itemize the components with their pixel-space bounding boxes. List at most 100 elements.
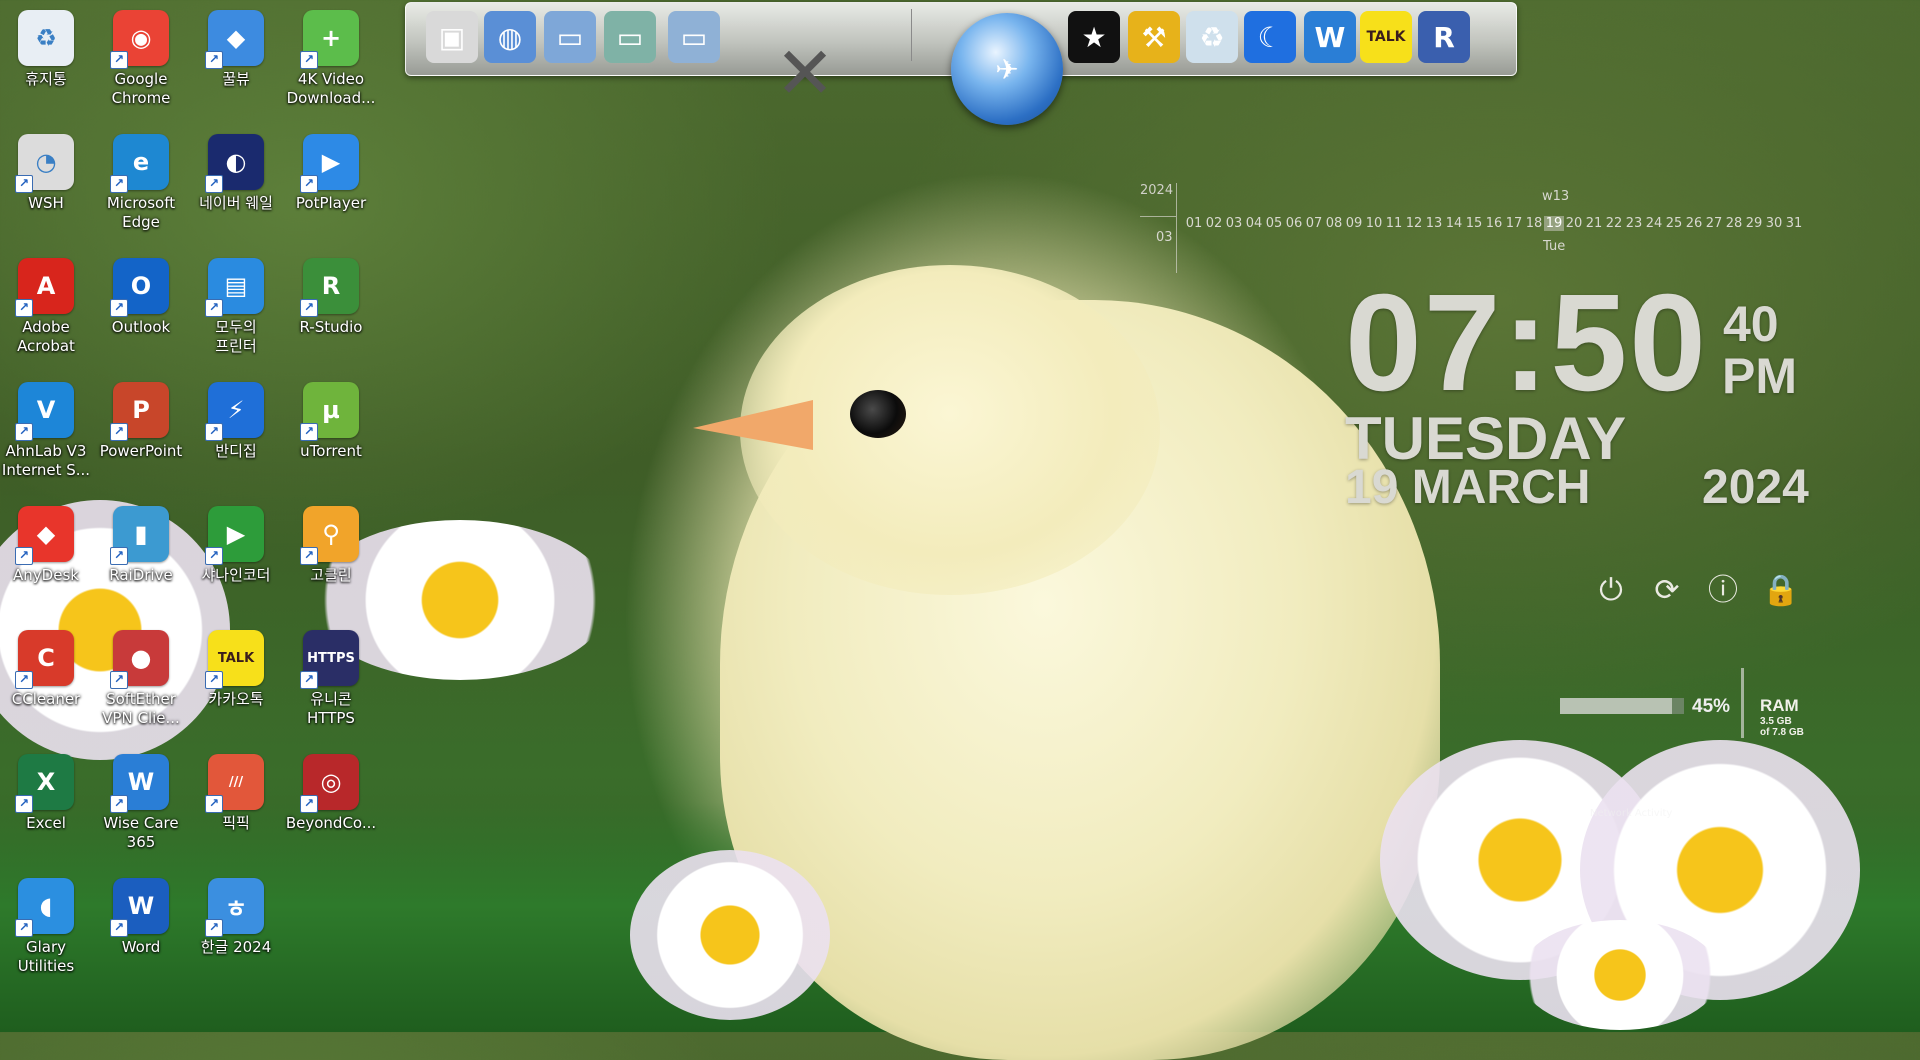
restart-icon[interactable]: ⟳ bbox=[1650, 574, 1684, 608]
calendar-day: 28 bbox=[1725, 216, 1743, 231]
wise-shield-icon[interactable]: W bbox=[1304, 11, 1356, 63]
top-dock: ▣ ◍ ▭ ▭ ▭ ✕ ✈ ★ ⚒ ♻ ☾ W TALK R bbox=[405, 2, 1517, 125]
desktop-icon-r-studio[interactable]: R ↗ R-Studio bbox=[285, 252, 377, 337]
desktop-icon-chrome[interactable]: ◉ ↗ Google Chrome bbox=[95, 4, 187, 108]
dock-separator bbox=[911, 9, 912, 61]
desktop-icon-label: AhnLab V3 Internet S... bbox=[1, 442, 91, 479]
calendar-day: 05 bbox=[1265, 216, 1283, 231]
bandizip-icon: ⚡ ↗ bbox=[205, 382, 264, 441]
r-program-icon[interactable]: R bbox=[1418, 11, 1470, 63]
desktop-icon-acrobat[interactable]: A ↗ Adobe Acrobat bbox=[0, 252, 92, 356]
wsh-file-icon: ◔ ↗ bbox=[15, 134, 74, 193]
desktop-icon-wise-care[interactable]: W ↗ Wise Care 365 bbox=[95, 748, 187, 852]
desktop-icon-softether-vpn[interactable]: ● ↗ SoftEther VPN Clie... bbox=[95, 624, 187, 728]
big-globe-icon[interactable]: ✈ bbox=[951, 13, 1063, 125]
network-globe-icon[interactable]: ◍ bbox=[484, 11, 536, 63]
ram-usage-fill bbox=[1560, 698, 1672, 714]
desktop-icon-4k-video-downloader[interactable]: + ↗ 4K Video Download... bbox=[285, 4, 377, 108]
desktop-icon-potplayer[interactable]: ▶ ↗ PotPlayer bbox=[285, 128, 377, 213]
desktop-icon-ccleaner[interactable]: C ↗ CCleaner bbox=[0, 624, 92, 709]
calendar-day: 15 bbox=[1465, 216, 1483, 231]
shortcut-arrow-icon: ↗ bbox=[110, 299, 128, 317]
calendar-day: 11 bbox=[1385, 216, 1403, 231]
desktop-icon-kakaotalk[interactable]: TALK ↗ 카카오톡 bbox=[190, 624, 282, 709]
desktop-icon-label: PotPlayer bbox=[295, 194, 367, 212]
ram-details: 3.5 GB of 7.8 GB bbox=[1760, 716, 1804, 738]
desktop-icon-naver-whale[interactable]: ◐ ↗ 네이버 웨일 bbox=[190, 128, 282, 213]
shortcut-arrow-icon: ↗ bbox=[205, 919, 223, 937]
desktop-icon-hangul[interactable]: ㅎ ↗ 한글 2024 bbox=[190, 872, 282, 957]
desktop-icon-label: 모두의 프린터 bbox=[215, 318, 257, 355]
desktop-icon-recycle-bin[interactable]: ♻ 휴지통 bbox=[0, 4, 92, 89]
calendar-day-of-week: Tue bbox=[1543, 239, 1566, 254]
desktop-icon-label: 한글 2024 bbox=[200, 938, 272, 956]
recycle-bin-icon[interactable]: ♻ bbox=[1186, 11, 1238, 63]
sleep-icon[interactable]: ⓘ bbox=[1706, 574, 1740, 608]
word-icon: W ↗ bbox=[110, 878, 169, 937]
calendar-day: 18 bbox=[1525, 216, 1543, 231]
calendar-day: 21 bbox=[1585, 216, 1603, 231]
ram-percent: 45% bbox=[1692, 696, 1731, 717]
utorrent-icon: µ ↗ bbox=[300, 382, 359, 441]
calendar-day: 17 bbox=[1505, 216, 1523, 231]
shortcut-arrow-icon: ↗ bbox=[15, 423, 33, 441]
clock-time: 07:50 bbox=[1345, 266, 1708, 420]
desktop-icon-word[interactable]: W ↗ Word bbox=[95, 872, 187, 957]
powerpoint-icon: P ↗ bbox=[110, 382, 169, 441]
desktop-icon-shana-encoder[interactable]: ▶ ↗ 샤나인코더 bbox=[190, 500, 282, 585]
desktop-icon-label: Wise Care 365 bbox=[103, 814, 179, 851]
shortcut-arrow-icon: ↗ bbox=[300, 547, 318, 565]
shortcut-arrow-icon: ↗ bbox=[205, 671, 223, 689]
documents-folder-icon[interactable]: ▭ bbox=[544, 11, 596, 63]
shortcut-arrow-icon: ↗ bbox=[205, 51, 223, 69]
desktop-icon-excel[interactable]: X ↗ Excel bbox=[0, 748, 92, 833]
desktop-icon-label: Excel bbox=[26, 814, 66, 832]
desktop-icon-wsh-file[interactable]: ◔ ↗ WSH bbox=[0, 128, 92, 213]
desktop-icon-honeyview[interactable]: ◆ ↗ 꿀뷰 bbox=[190, 4, 282, 89]
computer-icon[interactable]: ▣ bbox=[426, 11, 478, 63]
big-tools-icon[interactable]: ✕ bbox=[751, 13, 859, 133]
tshirt-icon[interactable]: ★ bbox=[1068, 11, 1120, 63]
desktop-icon-utorrent[interactable]: µ ↗ uTorrent bbox=[285, 376, 377, 461]
desktop-icon-label: Microsoft Edge bbox=[106, 194, 176, 231]
desktop-icon-picpick[interactable]: ///↗ 픽픽 bbox=[190, 748, 282, 833]
desktop-icon-anydesk[interactable]: ◆ ↗ AnyDesk bbox=[0, 500, 92, 585]
desktop-icon-goclean[interactable]: ⚲ ↗ 고클린 bbox=[285, 500, 377, 585]
calendar-day: 27 bbox=[1705, 216, 1723, 231]
desktop-icon-label: 카카오톡 bbox=[208, 690, 264, 708]
beyond-compare-icon: ◎ ↗ bbox=[300, 754, 359, 813]
tools-icon[interactable]: ⚒ bbox=[1128, 11, 1180, 63]
hangul-icon: ㅎ ↗ bbox=[205, 878, 264, 937]
desktop-icon-beyond-compare[interactable]: ◎ ↗ BeyondCo... bbox=[285, 748, 377, 833]
desktop-icon-bandizip[interactable]: ⚡ ↗ 반디집 bbox=[190, 376, 282, 461]
calendar-day: 16 bbox=[1485, 216, 1503, 231]
desktop-icon-label: 고클린 bbox=[310, 566, 352, 584]
desktop-icon-ahnlab-v3[interactable]: V ↗ AhnLab V3 Internet S... bbox=[0, 376, 92, 480]
ram-divider bbox=[1741, 668, 1744, 738]
shana-encoder-icon: ▶ ↗ bbox=[205, 506, 264, 565]
calendar-day: 07 bbox=[1305, 216, 1323, 231]
ram-label: RAM bbox=[1760, 696, 1799, 715]
desktop-icon-glary-utilities[interactable]: ◖ ↗ Glary Utilities bbox=[0, 872, 92, 976]
folder-icon[interactable]: ▭ bbox=[604, 11, 656, 63]
calendar-day: 02 bbox=[1205, 216, 1223, 231]
shortcut-arrow-icon: ↗ bbox=[205, 547, 223, 565]
softether-vpn-icon: ● ↗ bbox=[110, 630, 169, 689]
lock-icon[interactable]: 🔒 bbox=[1762, 574, 1799, 608]
ram-used: 3.5 GB bbox=[1760, 716, 1792, 727]
desktop-icon-raidrive[interactable]: ▮ ↗ RaiDrive bbox=[95, 500, 187, 585]
desktop-icon-edge[interactable]: e ↗ Microsoft Edge bbox=[95, 128, 187, 232]
chrome-icon: ◉ ↗ bbox=[110, 10, 169, 69]
clock-ampm: PM bbox=[1722, 348, 1797, 404]
kakaotalk-icon[interactable]: TALK bbox=[1360, 11, 1412, 63]
pictures-folder-icon[interactable]: ▭ bbox=[668, 11, 720, 63]
desktop-icon-outlook[interactable]: O ↗ Outlook bbox=[95, 252, 187, 337]
power-off-icon[interactable]: ⏻ bbox=[1594, 574, 1628, 608]
moon-icon[interactable]: ☾ bbox=[1244, 11, 1296, 63]
desktop-icon-label: BeyondCo... bbox=[285, 814, 377, 832]
desktop-icon-label: 픽픽 bbox=[222, 814, 250, 832]
desktop-icon-printer[interactable]: ▤ ↗ 모두의 프린터 bbox=[190, 252, 282, 356]
wallpaper-daisy bbox=[630, 850, 830, 1020]
desktop-icon-unicorn-https[interactable]: HTTPS ↗ 유니콘 HTTPS bbox=[285, 624, 377, 728]
desktop-icon-powerpoint[interactable]: P ↗ PowerPoint bbox=[95, 376, 187, 461]
